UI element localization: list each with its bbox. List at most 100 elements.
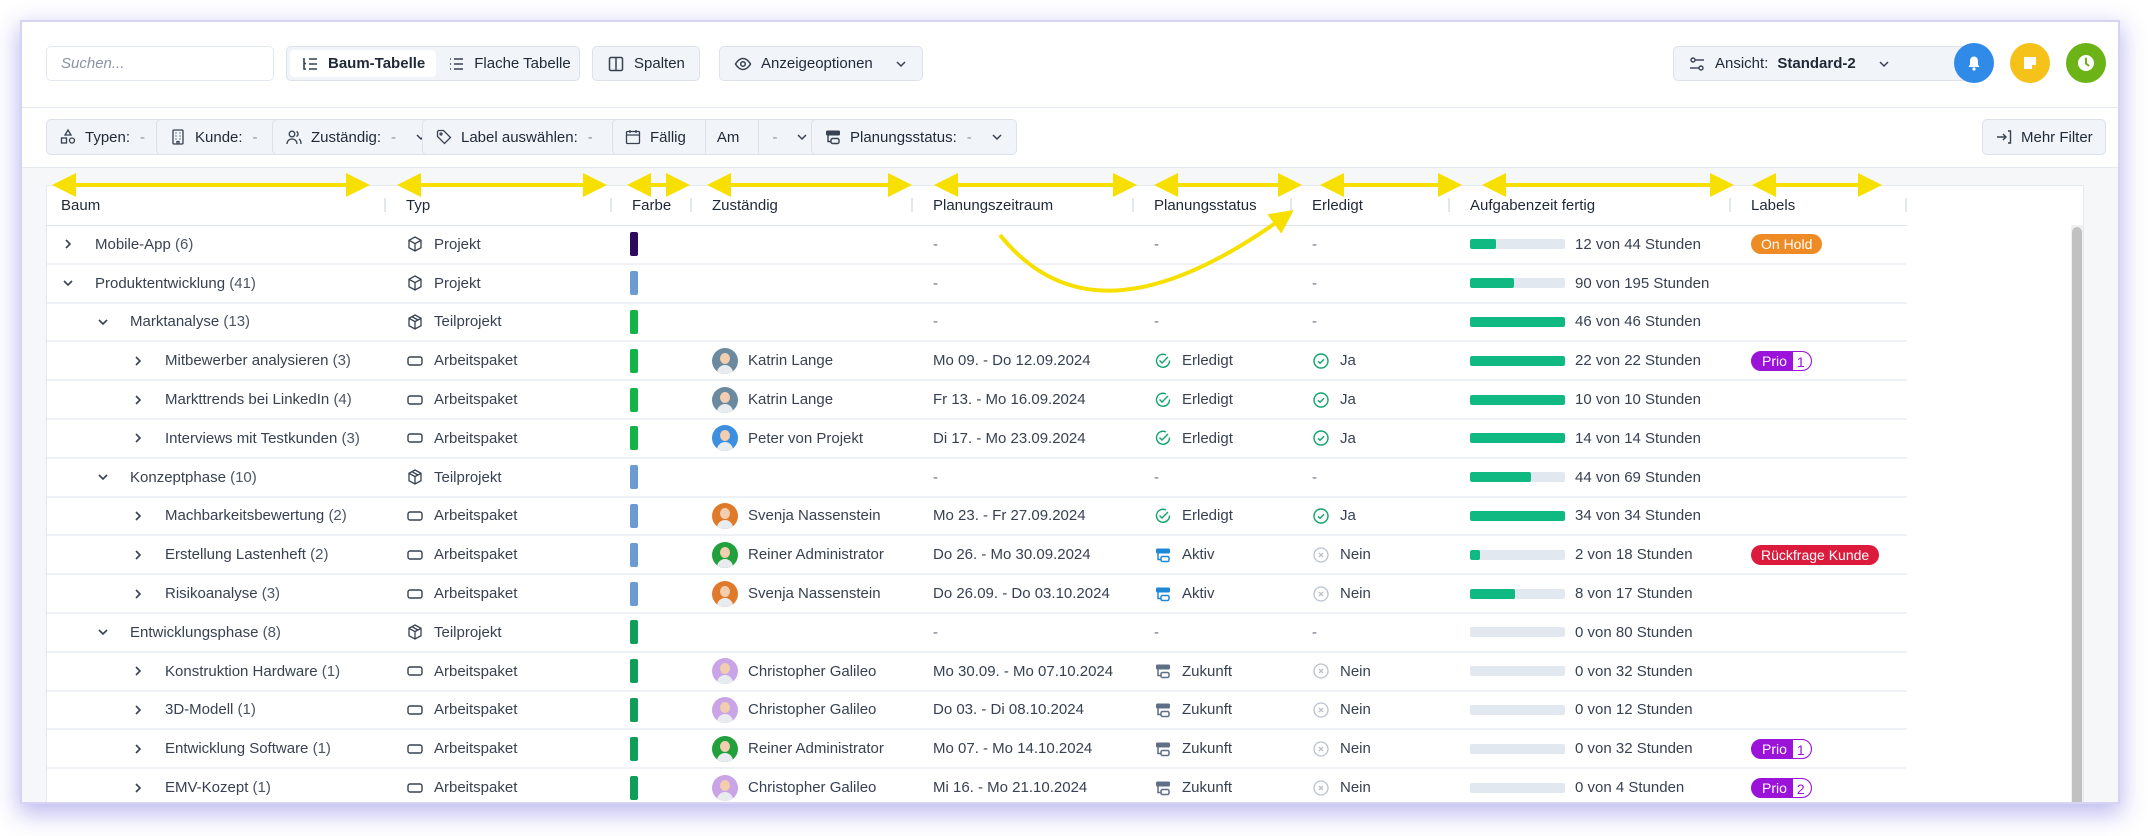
node-name[interactable]: Entwicklungsphase [130,624,258,641]
assignee-name: Reiner Administrator [748,546,884,564]
node-name[interactable]: Entwicklung Software [165,740,308,757]
scrollbar-thumb[interactable] [2072,227,2082,802]
label-badge-prio[interactable]: Prio 1 [1751,350,1812,371]
due-mode[interactable]: Am [704,120,751,154]
chevron-right-icon[interactable] [61,237,75,251]
label-badge-prio[interactable]: Prio 1 [1751,738,1812,759]
node-name[interactable]: Machbarkeitsbewertung [165,507,324,524]
timer-button[interactable] [2066,43,2106,83]
column-header-labels[interactable]: Labels [1731,186,1907,226]
table-row[interactable]: EMV-Kozept (1) Arbeitspaket Christopher Ga… [47,768,1907,802]
cell-planning-status: Aktiv [1134,574,1292,614]
tree-table-button[interactable]: Baum-Tabelle [290,50,437,77]
cell-labels [1731,457,1907,498]
view-select[interactable]: Ansicht: Standard-2 [1673,46,1976,81]
column-header-baum[interactable]: Baum [47,186,386,226]
node-name[interactable]: Markttrends bei LinkedIn [165,391,329,408]
table-row[interactable]: Entwicklungsphase (8) Teilprojekt - - - 0 von… [47,612,1907,653]
chevron-right-icon[interactable] [131,509,145,523]
table-row[interactable]: Risikoanalyse (3) Arbeitspaket Svenja Nass… [47,574,1907,614]
chevron-down-icon[interactable] [96,625,110,639]
chevron-right-icon[interactable] [131,548,145,562]
table-row[interactable]: Interviews mit Testkunden (3) Arbeitspake… [47,418,1907,459]
label-badge-prio[interactable]: Prio 2 [1751,777,1812,798]
done-value: Nein [1340,585,1371,603]
task-time-text: 90 von 195 Stunden [1575,274,1710,292]
chevron-right-icon[interactable] [131,587,145,601]
node-name[interactable]: Interviews mit Testkunden [165,430,337,447]
filter-assignee[interactable]: Zuständig: - [272,119,442,155]
node-name[interactable]: Konzeptphase [130,469,226,486]
column-header-erledigt[interactable]: Erledigt [1292,186,1450,226]
cell-done: Ja [1292,341,1450,382]
chevron-right-icon[interactable] [131,781,145,795]
cell-task-time: 34 von 34 Stunden [1450,496,1731,537]
column-header-aufgabenzeit-fertig[interactable]: Aufgabenzeit fertig [1450,186,1731,226]
chevron-down-icon[interactable] [61,276,75,290]
chevron-down-icon[interactable] [96,470,110,484]
node-name[interactable]: Marktanalyse [130,313,219,330]
node-name[interactable]: Mitbewerber analysieren [165,352,328,369]
chevron-right-icon[interactable] [131,354,145,368]
column-header-planungsstatus[interactable]: Planungsstatus [1134,186,1292,226]
table-row[interactable]: Marktanalyse (13) Teilprojekt - - - 46 von 46… [47,302,1907,343]
node-name[interactable]: EMV-Kozept [165,779,248,796]
table-row[interactable]: 3D-Modell (1) Arbeitspaket Christopher Gal… [47,690,1907,731]
table-row[interactable]: Konstruktion Hardware (1) Arbeitspaket Chr… [47,651,1907,692]
filter-label[interactable]: Label auswählen: - [422,119,638,155]
label-badge[interactable]: Rückfrage Kunde [1751,544,1880,565]
label-badge[interactable]: On Hold [1751,234,1823,255]
chevron-right-icon[interactable] [131,664,145,678]
search-input[interactable]: Suchen... [46,46,274,81]
package-icon [406,429,424,447]
tree-node: Mitbewerber analysieren (3) [61,352,386,369]
table-row[interactable]: Machbarkeitsbewertung (2) Arbeitspaket Sve… [47,496,1907,537]
table-row[interactable]: Mobile-App (6) Projekt - - - 12 von 44 Stunde… [47,225,1907,265]
node-name[interactable]: Konstruktion Hardware [165,663,318,680]
due-field[interactable]: Fällig [613,120,697,154]
columns-button[interactable]: Spalten [592,46,700,81]
column-header-zuständig[interactable]: Zuständig [692,186,913,226]
avatar [712,386,738,413]
table-row[interactable]: Mitbewerber analysieren (3) Arbeitspaket K… [47,341,1907,382]
color-swatch [630,503,638,528]
cell-done: Nein [1292,574,1450,614]
planning-status: - [1154,235,1159,253]
label-filter-value: - [587,128,593,146]
display-options-button[interactable]: Anzeigeoptionen [719,46,923,81]
chevron-right-icon[interactable] [131,393,145,407]
column-header-farbe[interactable]: Farbe [612,186,692,226]
node-name[interactable]: Risikoanalyse [165,585,258,602]
column-resize-handle[interactable] [1905,198,1907,212]
chevron-right-icon[interactable] [131,703,145,717]
flat-table-button[interactable]: Flache Tabelle [436,50,581,77]
cell-tree: Machbarkeitsbewertung (2) [47,496,386,537]
column-header-typ[interactable]: Typ [386,186,612,226]
cell-labels: Prio 2 [1731,768,1907,802]
node-name[interactable]: 3D-Modell [165,701,233,718]
check-circle-icon [1313,391,1329,408]
table-row[interactable]: Markttrends bei LinkedIn (4) Arbeitspaket… [47,380,1907,420]
node-name[interactable]: Erstellung Lastenheft [165,546,306,563]
table-row[interactable]: Konzeptphase (10) Teilprojekt - - - 44 von 69… [47,457,1907,498]
customer-value: - [252,128,258,146]
type-label: Projekt [434,274,481,292]
filter-due[interactable]: Fällig Am - [612,119,822,155]
notes-button[interactable] [2010,43,2050,83]
node-name[interactable]: Produktentwicklung [95,275,225,292]
cell-labels: Prio 1 [1731,729,1907,770]
node-name[interactable]: Mobile-App [95,236,171,253]
column-header-planungszeitraum[interactable]: Planungszeitraum [913,186,1134,226]
table-row[interactable]: Entwicklung Software (1) Arbeitspaket Rein… [47,729,1907,770]
filter-planning-status[interactable]: Planungsstatus: - [811,119,1017,155]
shapes-icon [59,128,77,146]
notifications-button[interactable] [1954,43,1994,83]
chevron-right-icon[interactable] [131,742,145,756]
vertical-scrollbar[interactable] [2071,225,2083,802]
table-row[interactable]: Produktentwicklung (41) Projekt - - - 90 von … [47,263,1907,304]
chevron-down-icon[interactable] [96,315,110,329]
more-filters-button[interactable]: Mehr Filter [1982,119,2106,155]
due-value: - [772,128,778,146]
table-row[interactable]: Erstellung Lastenheft (2) Arbeitspaket Rei… [47,535,1907,576]
chevron-right-icon[interactable] [131,431,145,445]
